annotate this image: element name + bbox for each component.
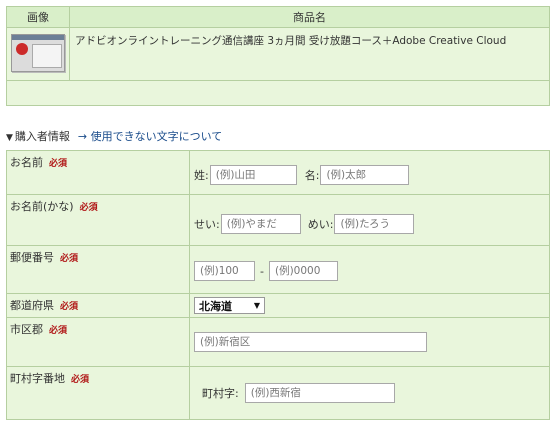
required-badge: 必須 [60,254,79,264]
name-label-cell: お名前 必須 [6,150,190,195]
product-table-footer [6,80,550,106]
purchaser-heading-label: 購入者情報 [14,130,70,143]
last-name-label: 姓: [194,168,209,182]
unusable-characters-link[interactable]: → 使用できない文字について [78,130,222,143]
kana-label-cell: お名前(かな) 必須 [6,194,190,246]
postal-label: 郵便番号 [10,251,54,264]
kana-last-label: せい: [194,217,220,231]
town-field-cell: 町村字: [189,366,550,420]
product-name: アドビオンライントレーニング通信講座 3ヵ月間 受け放題コース＋Adobe Cr… [69,27,550,81]
postal-separator: - [260,264,264,278]
product-table: 画像 商品名 アドビオンライントレーニング通信講座 3ヵ月間 受け放題コース＋A… [6,6,550,106]
first-name-input[interactable] [320,164,410,185]
city-label: 市区郡 [10,323,43,336]
town-input[interactable] [244,383,395,403]
header-image: 画像 [6,6,70,28]
chevron-down-icon: ▼ [253,301,260,310]
required-badge: 必須 [79,203,98,213]
postal-first-input[interactable] [194,261,255,281]
town-label-cell: 町村字番地 必須 [6,366,190,420]
postal-field-cell: - [189,245,550,294]
kana-field-cell: せい: めい: [189,194,550,246]
required-badge: 必須 [49,159,68,169]
town-sub-label: 町村字: [202,387,239,400]
city-field-cell [189,317,550,367]
kana-first-input[interactable] [334,213,415,234]
prefecture-selected: 北海道 [199,299,232,313]
prefecture-select[interactable]: 北海道 ▼ [194,297,265,314]
town-label: 町村字番地 [10,372,65,385]
purchaser-form: お名前必須 姓: 名: お名前(かな)必須 せい: めい: 郵便番号必須 [6,150,550,420]
name-field-cell: 姓: 名: [189,150,550,195]
postal-second-input[interactable] [268,261,338,281]
prefecture-label-cell: 都道府県 必須 [6,293,190,318]
product-image-cell [6,27,70,81]
city-label-cell: 市区郡 必須 [6,317,190,367]
first-name-label: 名: [304,168,320,182]
required-badge: 必須 [49,326,68,336]
last-name-input[interactable] [209,164,297,185]
product-thumbnail[interactable] [11,33,65,72]
kana-last-input[interactable] [220,213,301,234]
kana-label: お名前(かな) [10,200,74,213]
prefecture-label: 都道府県 [10,299,54,312]
required-badge: 必須 [60,302,79,312]
prefecture-field-cell: 北海道 ▼ [189,293,550,318]
required-badge: 必須 [71,375,90,385]
kana-first-label: めい: [307,217,334,231]
header-product-name: 商品名 [69,6,550,28]
name-label: お名前 [10,156,43,169]
triangle-down-icon: ▼ [6,133,13,143]
postal-label-cell: 郵便番号 必須 [6,245,190,294]
city-input[interactable] [194,332,427,352]
purchaser-heading: ▼ 購入者情報 → 使用できない文字について [6,128,222,144]
